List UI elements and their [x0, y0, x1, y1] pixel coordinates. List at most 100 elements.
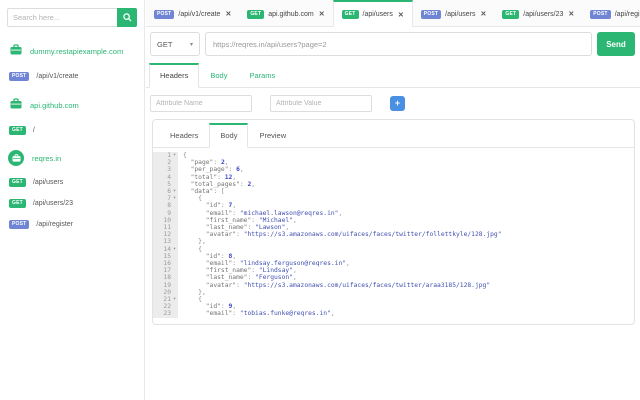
json-token-p: ,: [251, 180, 256, 188]
request-url-row: GET ▾ Send: [150, 32, 635, 56]
briefcase-icon: [10, 96, 22, 114]
json-token-p: [183, 303, 206, 310]
close-tab-icon[interactable]: ✕: [319, 10, 325, 18]
sidebar-request-item[interactable]: POST/api/register: [0, 220, 144, 229]
json-line: 22 "id": 9,: [153, 303, 634, 311]
collapse-icon[interactable]: ▾: [171, 246, 178, 253]
json-line: 14 ▾ {: [153, 245, 634, 253]
attribute-name-input[interactable]: [150, 95, 252, 112]
sidebar-request-item[interactable]: GET/api/users: [0, 178, 144, 187]
json-line-content: {: [178, 195, 202, 202]
line-number-gutter: 9: [153, 209, 178, 217]
json-line: 19 "avatar": "https://s3.amazonaws.com/u…: [153, 281, 634, 289]
json-token-k: "email": [205, 209, 233, 217]
collection-header[interactable]: reqres.in: [0, 150, 144, 166]
response-tab-body[interactable]: Body: [209, 123, 249, 148]
collection-list: dummy.restapiexample.com POST/api/v1/crea…: [0, 42, 144, 229]
search-input[interactable]: [7, 8, 117, 27]
json-token-s: "Lawson": [255, 224, 286, 232]
close-tab-icon[interactable]: ✕: [481, 10, 487, 18]
json-line: 6 ▾ "data": [: [153, 188, 634, 196]
tab-label: api.github.com: [268, 10, 314, 18]
collapse-icon[interactable]: ▾: [171, 152, 178, 159]
json-line-content: {: [178, 296, 202, 303]
search-button[interactable]: [117, 8, 137, 27]
line-number-gutter: 15: [153, 252, 178, 261]
line-number: 15: [163, 252, 171, 260]
collapse-icon[interactable]: ▾: [171, 195, 178, 202]
json-token-p: ,: [239, 166, 244, 174]
response-tab-preview[interactable]: Preview: [248, 123, 297, 148]
attribute-value-input[interactable]: [270, 95, 372, 112]
json-line-content: {: [178, 246, 202, 253]
line-number: 18: [163, 274, 171, 282]
json-line: 20 },: [153, 288, 634, 297]
json-token-p: {: [183, 245, 202, 253]
json-token-s: "lindsay.ferguson@reqres.in": [239, 260, 347, 268]
request-tab[interactable]: POST/api/users ✕: [413, 0, 495, 26]
json-line: 17 "first_name": "Lindsay",: [153, 267, 634, 275]
json-token-k: "avatar": [205, 281, 237, 289]
line-number: 16: [163, 260, 171, 268]
json-token-p: ,: [292, 274, 297, 282]
response-body-json[interactable]: 1 ▾{2 "page": 2, 3 "per_page": 6, 4 "total"…: [153, 148, 634, 324]
json-token-k: "first_name": [205, 216, 252, 224]
url-input[interactable]: [205, 32, 592, 56]
line-number-gutter: 23: [153, 310, 178, 318]
json-token-p: [183, 210, 206, 217]
line-number-gutter: 10: [153, 216, 178, 225]
collection-header[interactable]: dummy.restapiexample.com: [0, 42, 144, 60]
collapse-icon[interactable]: ▾: [171, 188, 178, 195]
method-badge: POST: [9, 72, 30, 81]
add-attribute-button[interactable]: +: [390, 96, 405, 111]
close-tab-icon[interactable]: ✕: [225, 10, 231, 18]
json-line-content: "first_name": "Michael",: [178, 217, 297, 224]
method-select[interactable]: GET ▾: [150, 32, 200, 56]
line-number: 9: [167, 209, 171, 217]
line-number: 6: [167, 188, 171, 196]
sidebar-request-item[interactable]: POST/api/v1/create: [0, 72, 144, 81]
response-tab-headers[interactable]: Headers: [159, 123, 209, 148]
collection-name: api.github.com: [30, 100, 79, 110]
collapse-icon[interactable]: ▾: [171, 296, 178, 303]
line-number: 11: [163, 224, 171, 232]
json-token-p: :: [232, 310, 240, 318]
json-token-p: [183, 282, 206, 289]
json-line: 16 "email": "lindsay.ferguson@reqres.in"…: [153, 260, 634, 268]
line-number: 13: [163, 238, 171, 246]
json-token-p: :: [217, 173, 225, 181]
line-number-gutter: 21 ▾: [153, 296, 178, 304]
close-tab-icon[interactable]: ✕: [568, 10, 574, 18]
json-token-p: :: [220, 303, 229, 311]
request-tab[interactable]: POST/api/register✕: [582, 0, 640, 26]
main-panel: POST/api/v1/create ✕ GET api.github.com ✕ GET…: [146, 0, 640, 400]
line-number-gutter: 14 ▾: [153, 245, 178, 253]
request-tab[interactable]: GET api.github.com ✕: [239, 0, 332, 26]
request-section-tabs: Headers Body Params: [146, 63, 640, 88]
json-token-p: :: [220, 252, 229, 260]
json-line-content: "id": 7,: [178, 202, 236, 209]
request-tab-headers[interactable]: Headers: [149, 63, 200, 88]
sidebar-request-item[interactable]: GET /: [0, 126, 144, 135]
json-token-p: :: [236, 281, 244, 289]
line-number: 22: [163, 303, 171, 311]
request-tab-params[interactable]: Params: [238, 63, 286, 88]
sidebar-request-item[interactable]: GET/api/users/23: [0, 199, 144, 208]
request-tab[interactable]: GET/api/users ✕: [332, 0, 413, 27]
json-token-k: "email": [205, 310, 233, 318]
request-tab[interactable]: POST/api/v1/create ✕: [146, 0, 239, 26]
json-token-k: "last_name": [205, 224, 248, 232]
line-number: 20: [163, 288, 171, 296]
send-button[interactable]: Send: [597, 32, 635, 56]
collection-header[interactable]: api.github.com: [0, 96, 144, 114]
request-path: /api/users: [32, 179, 64, 186]
request-tab-body[interactable]: Body: [199, 63, 238, 88]
close-tab-icon[interactable]: ✕: [398, 11, 404, 19]
request-tab[interactable]: GET/api/users/23 ✕: [494, 0, 582, 26]
